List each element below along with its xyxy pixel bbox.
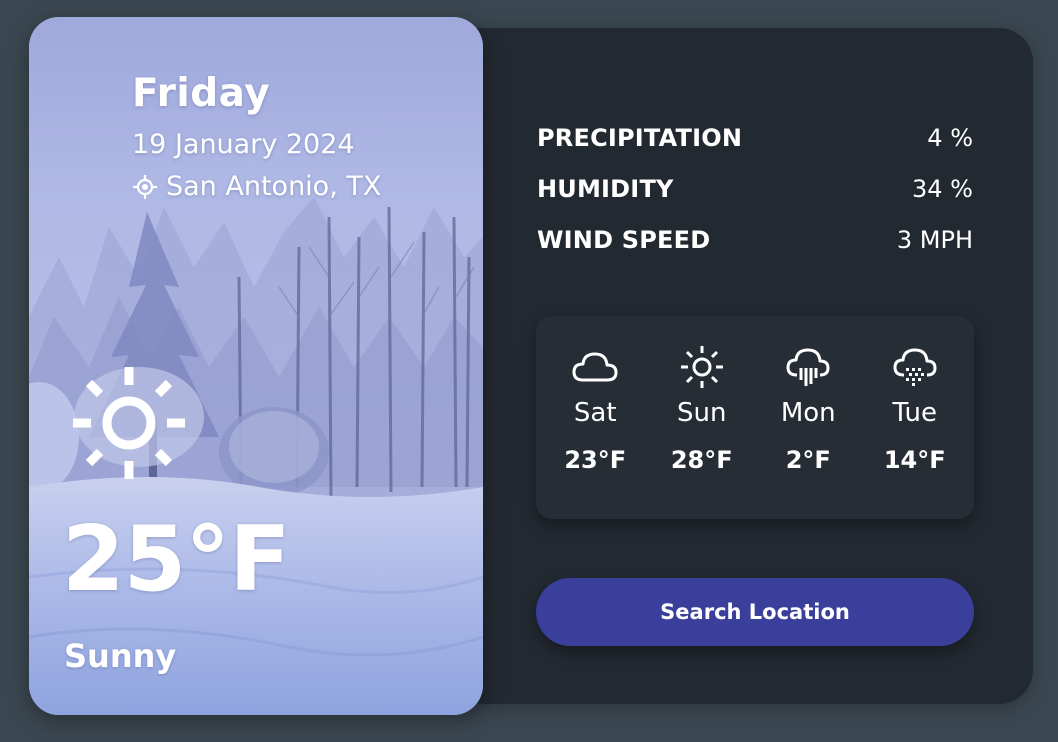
- forecast-day-name: Sun: [677, 398, 727, 428]
- sun-icon: [680, 346, 723, 388]
- rain-cloud-icon: [786, 348, 830, 386]
- search-location-button[interactable]: Search Location: [536, 578, 974, 646]
- stat-value: 3 MPH: [896, 225, 973, 254]
- forecast-day-mon[interactable]: Mon 2°F: [758, 316, 858, 519]
- forecast-day-tue[interactable]: Tue 14°F: [865, 316, 965, 519]
- stat-label: PRECIPITATION: [537, 123, 743, 152]
- forecast-day-temp: 2°F: [785, 446, 831, 474]
- current-date: 19 January 2024: [132, 129, 355, 160]
- stat-value: 34 %: [912, 174, 973, 203]
- stat-value: 4 %: [927, 123, 973, 152]
- forecast-day-name: Tue: [892, 398, 937, 428]
- current-condition: Sunny: [64, 637, 177, 675]
- sun-icon: [73, 367, 185, 479]
- forecast-day-name: Sat: [573, 398, 617, 428]
- forecast-day-sat[interactable]: Sat 23°F: [545, 316, 645, 519]
- stat-row-precipitation: PRECIPITATION 4 %: [537, 112, 973, 163]
- current-location: San Antonio, TX: [132, 171, 381, 202]
- snow-cloud-icon: [893, 348, 937, 386]
- forecast-day-name: Mon: [780, 398, 836, 428]
- forecast-panel: Sat 23°F Sun 28°F Mon 2°F Tue 14°F: [536, 316, 974, 519]
- current-weather-card: Friday 19 January 2024 San Antonio, TX 2…: [29, 17, 483, 715]
- stat-row-humidity: HUMIDITY 34 %: [537, 163, 973, 214]
- current-temperature: 25°F: [62, 507, 291, 612]
- forecast-day-temp: 28°F: [670, 446, 733, 474]
- forecast-day-temp: 14°F: [883, 446, 946, 474]
- weather-stats: PRECIPITATION 4 % HUMIDITY 34 % WIND SPE…: [537, 112, 973, 265]
- stat-label: WIND SPEED: [537, 225, 711, 254]
- stat-label: HUMIDITY: [537, 174, 674, 203]
- forecast-day-temp: 23°F: [564, 446, 627, 474]
- location-label: San Antonio, TX: [166, 171, 382, 202]
- cloud-icon: [572, 352, 618, 382]
- forecast-day-sun[interactable]: Sun 28°F: [652, 316, 752, 519]
- weather-widget: Friday 19 January 2024 San Antonio, TX 2…: [0, 0, 1058, 742]
- location-crosshair-icon: [133, 174, 157, 199]
- current-day: Friday: [132, 71, 271, 116]
- stat-row-wind-speed: WIND SPEED 3 MPH: [537, 214, 973, 265]
